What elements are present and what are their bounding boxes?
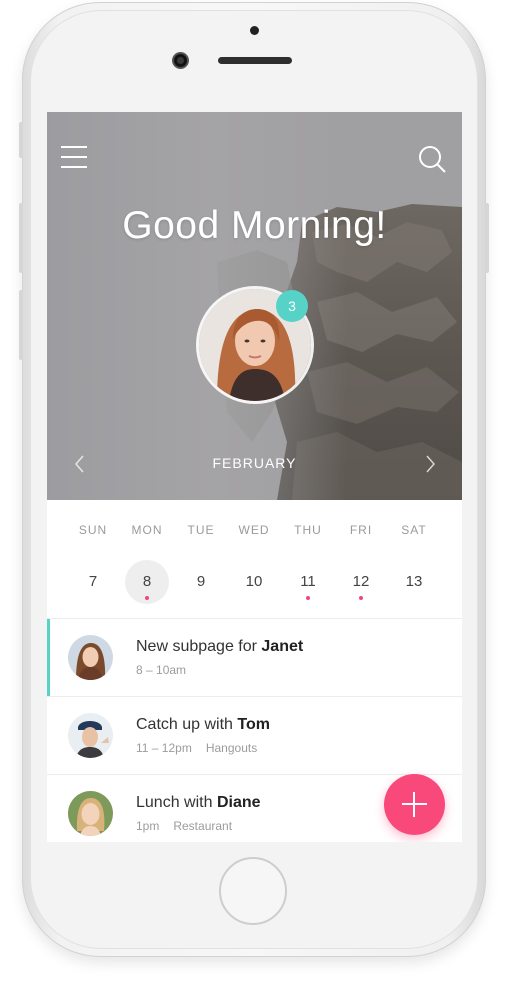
avatar: [68, 791, 113, 836]
event-person: Tom: [237, 716, 270, 733]
event-time: 8 – 10am: [136, 663, 187, 677]
mute-switch: [19, 122, 23, 158]
home-button[interactable]: [219, 857, 287, 925]
event-indicator-dot: [306, 596, 310, 600]
event-location: Hangouts: [205, 741, 258, 755]
app-screen: Good Morning! 3 FEBRUARY SUN 7 MON 8 TUE…: [47, 112, 462, 842]
search-icon[interactable]: [418, 145, 446, 173]
notification-badge[interactable]: 3: [276, 290, 308, 322]
volume-up-button: [19, 203, 23, 273]
day-number[interactable]: 9: [179, 560, 223, 604]
day-name: SAT: [401, 523, 427, 537]
week-strip: SUN 7 MON 8 TUE 9 WED 10 THU 11 FRI 12 S…: [47, 500, 462, 618]
front-camera: [172, 52, 189, 69]
hamburger-menu-icon[interactable]: [61, 146, 87, 170]
avatar: [68, 635, 113, 680]
event-details: 8 – 10am: [136, 663, 186, 677]
day-name: SUN: [78, 523, 108, 537]
day-name: WED: [238, 523, 270, 537]
event-indicator-dot: [359, 596, 363, 600]
volume-down-button: [19, 290, 23, 360]
add-event-button[interactable]: [384, 774, 445, 835]
event-indicator-dot: [145, 596, 149, 600]
day-number[interactable]: 10: [232, 560, 276, 604]
event-details: 1pm Restaurant: [136, 819, 232, 833]
avatar: [68, 713, 113, 758]
greeting-title: Good Morning!: [122, 204, 387, 247]
event-title: Lunch with Diane: [136, 794, 261, 811]
event-time: 1pm: [136, 819, 160, 833]
event-item-tom[interactable]: Catch up with Tom 11 – 12pm Hangouts: [47, 696, 462, 774]
event-person: Diane: [216, 794, 261, 811]
month-label: FEBRUARY: [212, 455, 297, 471]
day-name: FRI: [349, 523, 373, 537]
earpiece-speaker: [218, 57, 292, 64]
event-location: Restaurant: [173, 819, 233, 833]
day-name: THU: [294, 523, 322, 537]
event-title: New subpage for Janet: [136, 638, 304, 655]
event-person: Janet: [261, 638, 304, 655]
event-item-janet[interactable]: New subpage for Janet 8 – 10am: [47, 618, 462, 696]
day-name: TUE: [187, 523, 215, 537]
event-details: 11 – 12pm Hangouts: [136, 741, 257, 755]
proximity-sensor: [250, 26, 259, 35]
event-time: 11 – 12pm: [136, 741, 192, 755]
day-number[interactable]: 7: [71, 560, 115, 604]
power-button: [485, 203, 489, 273]
day-number[interactable]: 13: [392, 560, 436, 604]
hero-header: Good Morning! 3 FEBRUARY: [47, 112, 462, 500]
chevron-right-icon[interactable]: [420, 454, 440, 474]
day-name: MON: [131, 523, 163, 537]
event-title: Catch up with Tom: [136, 716, 270, 733]
